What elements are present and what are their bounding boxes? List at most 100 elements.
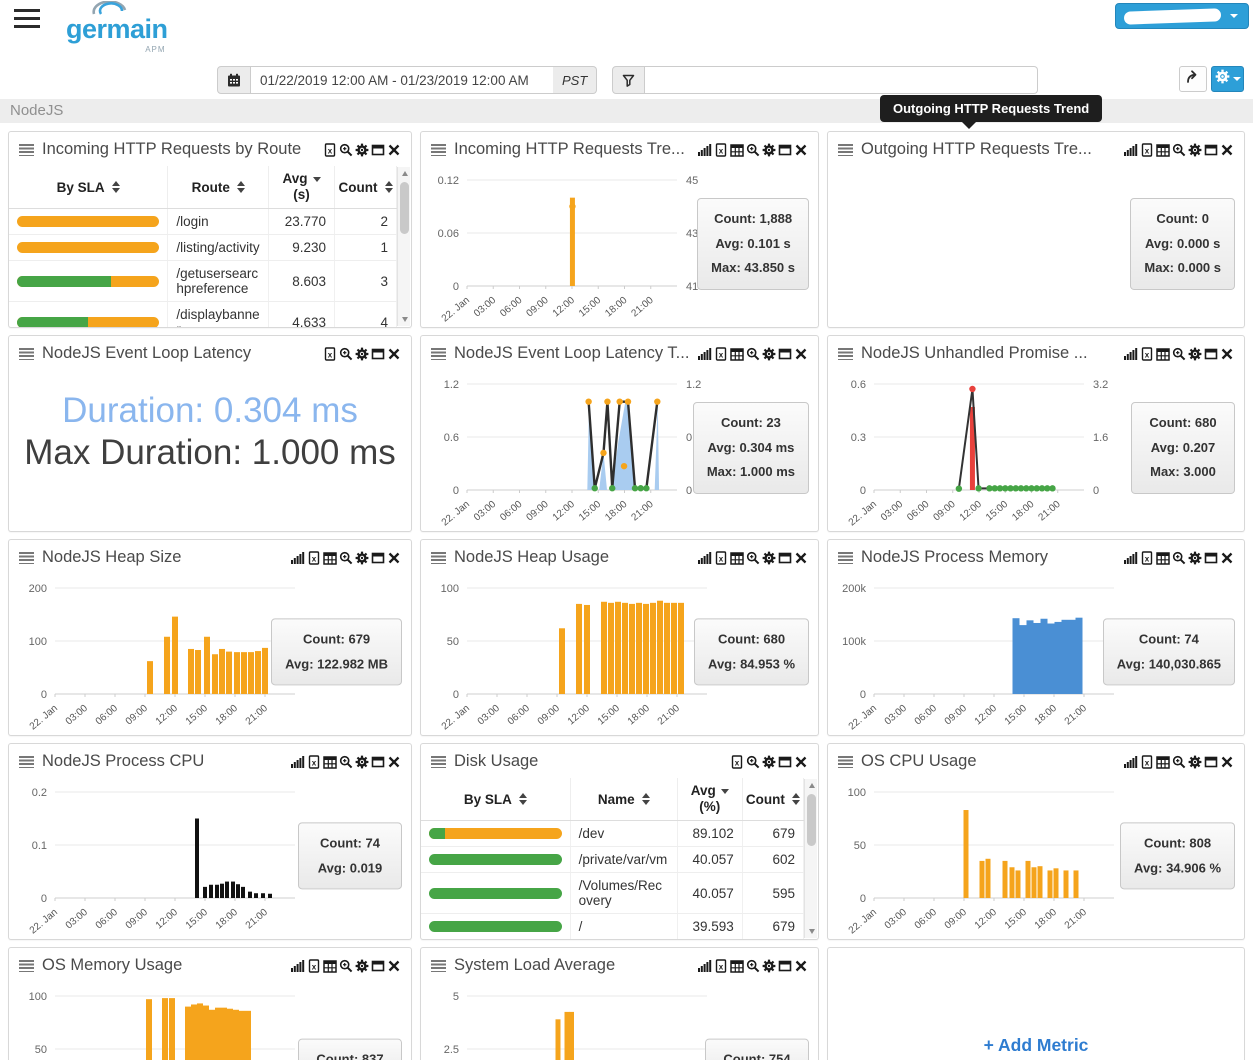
zoom-icon[interactable]: [339, 143, 353, 157]
zoom-icon[interactable]: [746, 755, 760, 769]
settings-icon[interactable]: [355, 143, 369, 157]
settings-icon[interactable]: [1188, 755, 1202, 769]
maximize-icon[interactable]: [371, 551, 385, 565]
excel-export-icon[interactable]: x: [1140, 143, 1154, 157]
settings-icon[interactable]: [355, 347, 369, 361]
close-icon[interactable]: [387, 755, 401, 769]
scroll-up-icon[interactable]: [805, 779, 818, 792]
chart-bars-icon[interactable]: [1124, 551, 1138, 565]
filter-input[interactable]: [645, 66, 1038, 94]
scroll-down-icon[interactable]: [398, 313, 411, 326]
settings-icon[interactable]: [1188, 551, 1202, 565]
excel-export-icon[interactable]: x: [307, 755, 321, 769]
zoom-icon[interactable]: [1172, 347, 1186, 361]
dashboard-settings-button[interactable]: [1211, 66, 1244, 92]
excel-export-icon[interactable]: x: [323, 143, 337, 157]
excel-export-icon[interactable]: x: [307, 551, 321, 565]
column-header-avg[interactable]: Avg(s): [269, 166, 335, 209]
add-metric-button[interactable]: + Add Metric: [984, 1035, 1089, 1056]
menu-icon[interactable]: [14, 9, 40, 28]
panel-menu-icon[interactable]: [431, 756, 446, 768]
data-table-icon[interactable]: [730, 959, 744, 973]
zoom-icon[interactable]: [1172, 755, 1186, 769]
zoom-icon[interactable]: [746, 347, 760, 361]
column-header-avg[interactable]: Avg(%): [677, 778, 742, 821]
panel-menu-icon[interactable]: [838, 348, 853, 360]
close-icon[interactable]: [1220, 347, 1234, 361]
zoom-icon[interactable]: [1172, 143, 1186, 157]
column-header-count[interactable]: Count: [335, 166, 397, 209]
excel-export-icon[interactable]: x: [730, 755, 744, 769]
data-table-icon[interactable]: [1156, 551, 1170, 565]
panel-menu-icon[interactable]: [19, 144, 34, 156]
close-icon[interactable]: [387, 551, 401, 565]
panel-menu-icon[interactable]: [431, 144, 446, 156]
chart-bars-icon[interactable]: [291, 959, 305, 973]
zoom-icon[interactable]: [1172, 551, 1186, 565]
zoom-icon[interactable]: [339, 551, 353, 565]
scrollbar-thumb[interactable]: [807, 794, 816, 846]
maximize-icon[interactable]: [371, 143, 385, 157]
share-button[interactable]: [1179, 66, 1207, 92]
close-icon[interactable]: [1220, 755, 1234, 769]
table-row[interactable]: /39.593679: [421, 914, 804, 939]
user-menu-button[interactable]: [1115, 3, 1249, 29]
data-table-icon[interactable]: [323, 551, 337, 565]
calendar-icon[interactable]: [217, 66, 251, 94]
data-table-icon[interactable]: [730, 143, 744, 157]
excel-export-icon[interactable]: x: [1140, 755, 1154, 769]
close-icon[interactable]: [387, 347, 401, 361]
maximize-icon[interactable]: [1204, 551, 1218, 565]
table-row[interactable]: /Volumes/Recovery40.057595: [421, 873, 804, 914]
filter-icon[interactable]: [612, 66, 645, 94]
data-table-icon[interactable]: [323, 755, 337, 769]
close-icon[interactable]: [794, 551, 808, 565]
zoom-icon[interactable]: [339, 959, 353, 973]
excel-export-icon[interactable]: x: [1140, 347, 1154, 361]
table-row[interactable]: /dev89.102679: [421, 821, 804, 847]
excel-export-icon[interactable]: x: [714, 143, 728, 157]
scrollbar-thumb[interactable]: [400, 182, 409, 234]
excel-export-icon[interactable]: x: [714, 959, 728, 973]
close-icon[interactable]: [1220, 143, 1234, 157]
data-table-icon[interactable]: [730, 347, 744, 361]
vertical-scrollbar[interactable]: [397, 167, 410, 326]
excel-export-icon[interactable]: x: [307, 959, 321, 973]
column-header-by-sla[interactable]: By SLA: [9, 166, 168, 209]
chart-bars-icon[interactable]: [698, 551, 712, 565]
close-icon[interactable]: [794, 755, 808, 769]
data-table-icon[interactable]: [1156, 755, 1170, 769]
close-icon[interactable]: [387, 143, 401, 157]
maximize-icon[interactable]: [1204, 755, 1218, 769]
panel-menu-icon[interactable]: [838, 144, 853, 156]
maximize-icon[interactable]: [371, 755, 385, 769]
data-table-icon[interactable]: [323, 959, 337, 973]
maximize-icon[interactable]: [1204, 347, 1218, 361]
table-row[interactable]: /getusersearchpreference8.6033: [9, 261, 397, 302]
settings-icon[interactable]: [355, 959, 369, 973]
vertical-scrollbar[interactable]: [804, 779, 817, 938]
settings-icon[interactable]: [355, 551, 369, 565]
zoom-icon[interactable]: [746, 551, 760, 565]
scroll-down-icon[interactable]: [805, 925, 818, 938]
excel-export-icon[interactable]: x: [323, 347, 337, 361]
settings-icon[interactable]: [762, 143, 776, 157]
chart-bars-icon[interactable]: [1124, 143, 1138, 157]
column-header-by-sla[interactable]: By SLA: [421, 778, 570, 821]
zoom-icon[interactable]: [339, 347, 353, 361]
data-table-icon[interactable]: [1156, 347, 1170, 361]
date-range-input[interactable]: [251, 66, 553, 94]
chart-bars-icon[interactable]: [1124, 755, 1138, 769]
maximize-icon[interactable]: [778, 551, 792, 565]
panel-menu-icon[interactable]: [19, 552, 34, 564]
close-icon[interactable]: [794, 143, 808, 157]
data-table-icon[interactable]: [1156, 143, 1170, 157]
zoom-icon[interactable]: [339, 755, 353, 769]
settings-icon[interactable]: [762, 755, 776, 769]
maximize-icon[interactable]: [371, 959, 385, 973]
close-icon[interactable]: [794, 347, 808, 361]
chart-bars-icon[interactable]: [698, 143, 712, 157]
panel-menu-icon[interactable]: [838, 756, 853, 768]
settings-icon[interactable]: [762, 551, 776, 565]
panel-menu-icon[interactable]: [19, 348, 34, 360]
